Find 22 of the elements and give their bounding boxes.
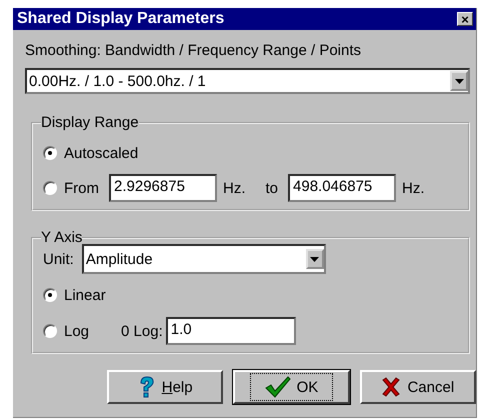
cancel-button[interactable]: Cancel <box>360 370 476 404</box>
help-button[interactable]: Help <box>107 370 224 404</box>
to-field[interactable]: 498.046875 <box>288 174 396 202</box>
group-title: Y Axis <box>41 229 82 246</box>
from-field[interactable]: 2.9296875 <box>109 174 217 202</box>
unit-label: Hz. <box>402 180 425 196</box>
radio-label[interactable]: Linear <box>64 286 106 304</box>
close-button[interactable]: × <box>457 12 473 26</box>
window-title: Shared Display Parameters <box>17 10 224 28</box>
unit-label: Unit: <box>43 250 74 268</box>
radio-label[interactable]: From <box>64 180 99 196</box>
ok-button[interactable]: OK <box>233 370 350 404</box>
smoothing-dropdown[interactable]: 0.00Hz. / 1.0 - 500.0hz. / 1 <box>25 68 470 94</box>
radio-label[interactable]: Autoscaled <box>64 144 138 162</box>
group-title: Display Range <box>41 114 139 131</box>
smoothing-label: Smoothing: Bandwidth / Frequency Range / Points <box>25 42 362 60</box>
unit-label: Hz. <box>223 180 246 196</box>
radio-label[interactable]: Log <box>64 322 90 340</box>
to-label: to <box>266 180 278 196</box>
zero-log-label: 0 Log: <box>121 322 163 340</box>
unit-dropdown[interactable]: Amplitude <box>82 244 326 274</box>
zero-log-field[interactable]: 1.0 <box>166 317 296 345</box>
